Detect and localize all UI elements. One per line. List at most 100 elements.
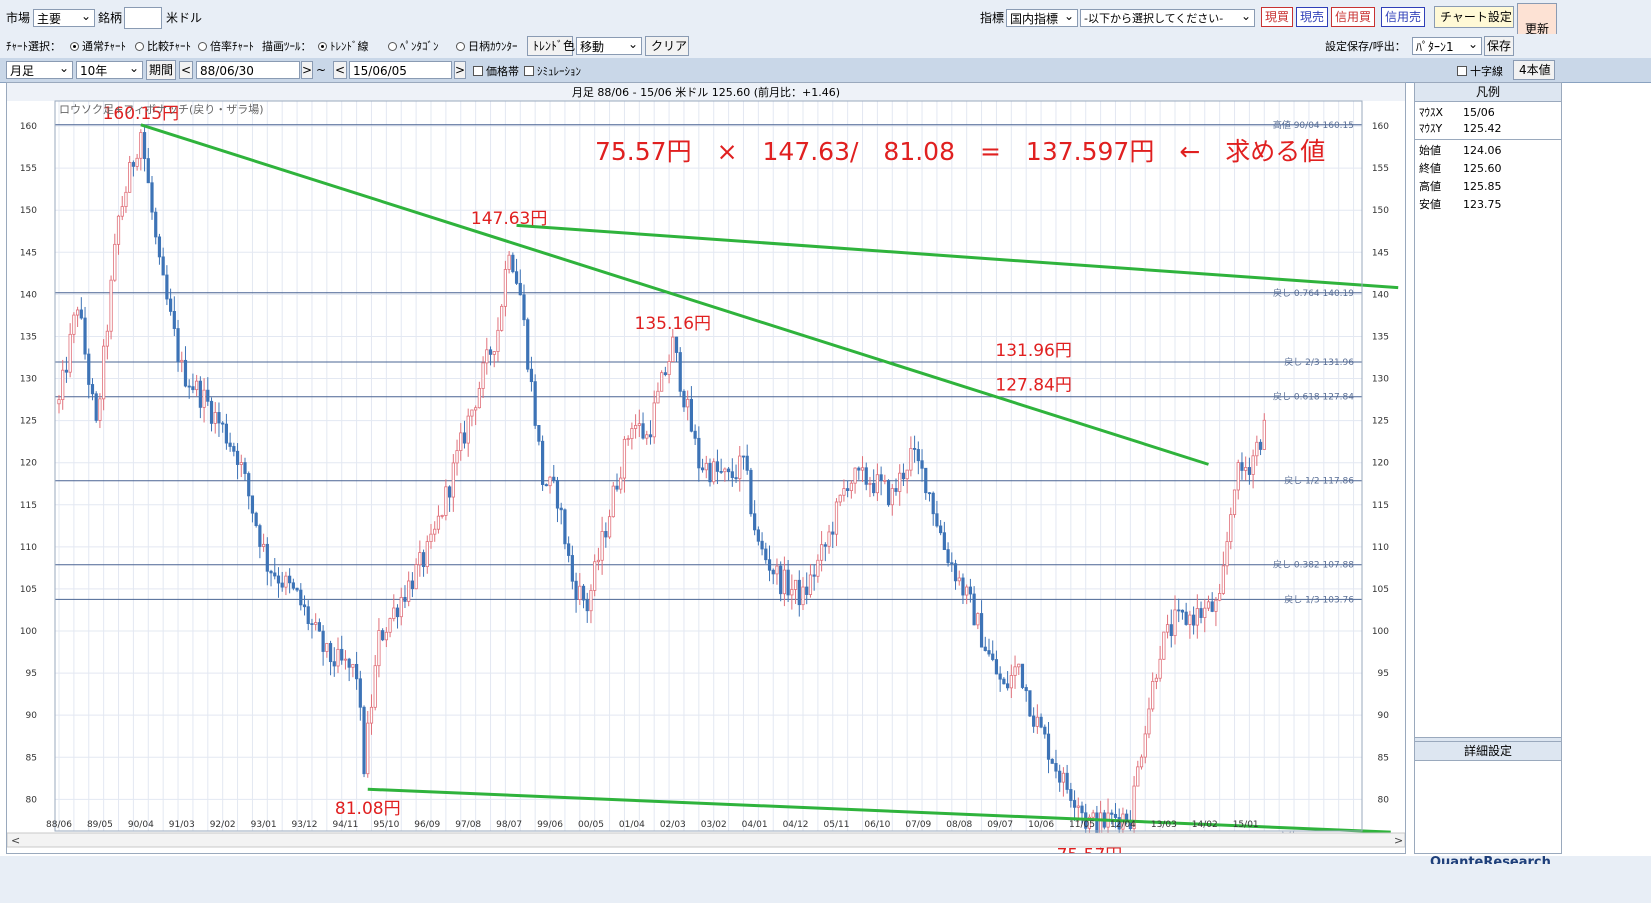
x-tick-label: 01/04	[619, 820, 645, 830]
market-select-value: 主要	[37, 12, 62, 26]
scroll-right-icon[interactable]: >	[1394, 834, 1403, 847]
candle-body	[440, 515, 444, 517]
simulation-checkbox[interactable]: ｼﾐｭﾚｰｼｮﾝ	[524, 63, 581, 79]
trend-lines	[140, 123, 1399, 834]
open-value: 124.06	[1463, 144, 1502, 157]
open-row: 始値 124.06	[1419, 143, 1502, 158]
candle-body	[1009, 675, 1013, 689]
chart-mode-toolbar: ﾁｬｰﾄ選択： 通常ﾁｬｰﾄ 比較ﾁｬｰﾄ 倍率ﾁｬｰﾄ 描画ﾂｰﾙ： ﾄﾚﾝﾄ…	[0, 34, 1651, 59]
candle-body	[488, 349, 493, 355]
radio-pentagon[interactable]: ﾍﾟﾝﾀｺﾞﾝ	[388, 38, 439, 54]
clear-button[interactable]: クリア	[645, 36, 689, 56]
chart-subtitle: ロウソク足+フィボナッチ(戻り・ザラ場)	[59, 103, 264, 116]
radio-normal-chart[interactable]: 通常ﾁｬｰﾄ	[70, 38, 126, 54]
end-next-button[interactable]: >	[454, 61, 466, 79]
candle-body	[306, 606, 310, 624]
candle-body	[1255, 441, 1259, 457]
market-select[interactable]: 主要	[33, 7, 95, 27]
trend-color-button[interactable]: ﾄﾚﾝﾄﾞ色	[527, 36, 575, 56]
end-prev-button[interactable]: <	[333, 61, 347, 79]
candle-body	[496, 329, 500, 352]
candle-body	[310, 623, 314, 625]
horizontal-scrollbar[interactable]	[7, 832, 1405, 848]
checkbox-icon	[473, 66, 483, 76]
candle-body	[1173, 609, 1177, 637]
x-tick-label: 08/08	[946, 820, 972, 830]
radio-day-counter[interactable]: 日柄ｶｳﾝﾀｰ	[456, 38, 518, 54]
four-values-button[interactable]: 4本値	[1513, 60, 1555, 80]
y-tick-label-left: 120	[20, 459, 37, 469]
details-title[interactable]: 詳細設定	[1415, 741, 1561, 761]
candle-body	[254, 512, 258, 527]
price-annotation: 81.08円	[335, 799, 401, 819]
radio-trend-line[interactable]: ﾄﾚﾝﾄﾞ線	[318, 38, 369, 54]
price-band-checkbox[interactable]: 価格帯	[473, 63, 519, 79]
candle-body	[113, 243, 117, 281]
symbol-input[interactable]	[124, 7, 162, 29]
indicator-select[interactable]: 国内指標	[1006, 7, 1078, 27]
radio-ratio-chart[interactable]: 倍率ﾁｬｰﾄ	[198, 38, 254, 54]
candle-body	[1050, 758, 1054, 764]
cash-sell-button[interactable]: 現売	[1296, 7, 1329, 27]
candle-body	[552, 476, 556, 481]
period-type-select[interactable]: 月足	[6, 59, 73, 79]
span-select[interactable]: 10年	[76, 59, 143, 79]
candle-body	[165, 274, 169, 300]
mode-select[interactable]: 移動	[576, 35, 642, 55]
start-prev-button[interactable]: <	[179, 61, 193, 79]
candle-body	[875, 474, 880, 494]
radio-icon	[198, 42, 207, 51]
candle-body	[622, 438, 627, 479]
fibonacci-level-label: 高値 90/04 160.15	[1273, 119, 1354, 131]
x-tick-label: 92/02	[210, 820, 236, 830]
formula-annotation: 75.57円 × 147.63/ 81.08 = 137.597円 ← 求める値	[595, 137, 1325, 166]
legend-divider	[1415, 139, 1561, 140]
save-button[interactable]: 保存	[1484, 36, 1514, 56]
candle-body	[849, 482, 853, 491]
start-date-input[interactable]: 88/06/30	[196, 61, 300, 79]
low-label: 安値	[1419, 198, 1441, 211]
candle-body	[1236, 462, 1240, 491]
chart-settings-button[interactable]: チャート設定	[1434, 6, 1514, 28]
x-tick-label: 04/12	[783, 820, 809, 830]
end-date-input[interactable]: 15/06/05	[349, 61, 452, 79]
candle-body	[920, 460, 924, 469]
y-tick-label-left: 140	[20, 290, 37, 300]
crosshair-checkbox[interactable]: 十字線	[1457, 63, 1503, 79]
candle-body	[1095, 812, 1099, 837]
price-chart[interactable]: 月足 88/06 - 15/06 米ドル 125.60 (前月比：+1.46) …	[7, 83, 1405, 853]
candle-body	[418, 552, 422, 566]
candle-body	[198, 380, 202, 408]
candle-body	[206, 389, 210, 402]
candle-body	[109, 279, 113, 332]
candle-body	[403, 596, 407, 602]
candle-body	[860, 467, 865, 471]
candle-body	[648, 434, 653, 438]
indicator-detail-select[interactable]: -以下から選択してください-	[1080, 7, 1255, 27]
period-button[interactable]: 期間	[146, 60, 176, 80]
candle-body	[924, 467, 928, 494]
x-tick-label: 02/03	[660, 820, 686, 830]
scroll-left-icon[interactable]: <	[11, 834, 20, 847]
cash-buy-button[interactable]: 現買	[1261, 7, 1294, 27]
candle-body	[340, 648, 344, 661]
pattern-select[interactable]: ﾊﾟﾀｰﾝ1	[1412, 35, 1482, 55]
candle-body	[1024, 687, 1028, 692]
chart-area[interactable]: 月足 88/06 - 15/06 米ドル 125.60 (前月比：+1.46) …	[6, 82, 1406, 854]
indicator-select-value: 国内指標	[1010, 12, 1059, 26]
candle-body	[890, 488, 894, 506]
candle-body	[485, 349, 489, 364]
candle-body	[477, 388, 481, 409]
candle-body	[894, 488, 898, 492]
candle-body	[1199, 608, 1203, 618]
margin-buy-button[interactable]: 信用買	[1331, 7, 1376, 27]
y-tick-label-right: 95	[1378, 669, 1389, 679]
radio-compare-chart[interactable]: 比較ﾁｬｰﾄ	[135, 38, 191, 54]
start-next-button[interactable]: >	[301, 61, 313, 79]
candle-body	[987, 650, 991, 655]
main-toolbar: 市場 主要 銘柄 米ドル 指標 国内指標 -以下から選択してください- 現買 現…	[0, 0, 1651, 55]
candle-body	[634, 425, 638, 429]
low-value: 123.75	[1463, 198, 1502, 211]
margin-sell-button[interactable]: 信用売	[1381, 7, 1426, 27]
candle-body	[1251, 455, 1255, 475]
